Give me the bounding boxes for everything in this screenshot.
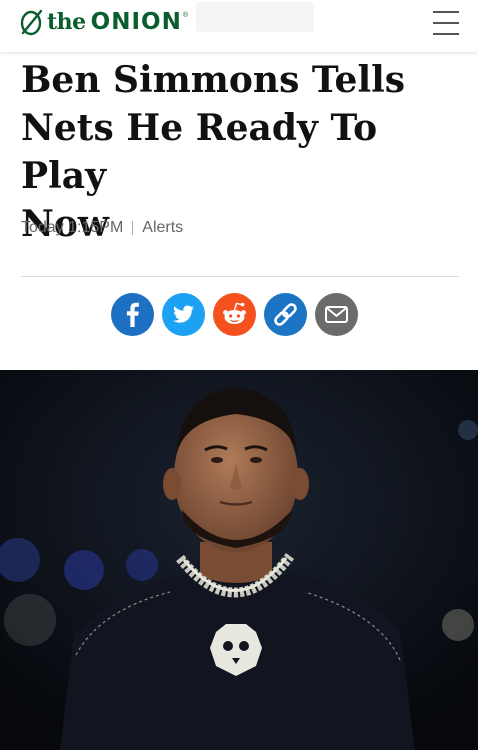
header-divider (21, 276, 459, 277)
facebook-share-button[interactable] (111, 293, 154, 336)
meta-separator (132, 221, 134, 235)
article-title-line: Nets He Ready To Play (21, 107, 378, 197)
copy-link-button[interactable] (264, 293, 307, 336)
article-category-link[interactable]: Alerts (142, 219, 183, 237)
share-bar (111, 293, 358, 336)
onion-logo-icon (20, 9, 43, 36)
hamburger-menu-icon[interactable] (433, 10, 459, 36)
reddit-share-button[interactable] (213, 293, 256, 336)
logo-the-text: the (47, 9, 86, 35)
logo-onion-text: ONION (90, 9, 182, 35)
article-meta: Today 1:15PM Alerts (21, 219, 183, 237)
twitter-share-button[interactable] (162, 293, 205, 336)
site-header: the ONION ® (0, 0, 478, 52)
twitter-icon (173, 305, 194, 323)
facebook-icon (126, 302, 139, 327)
article-title-line: Ben Simmons Tells (21, 59, 406, 101)
hero-image (0, 370, 478, 750)
logo-registered-mark: ® (182, 12, 188, 19)
email-icon (325, 306, 348, 323)
header-faded-button (196, 2, 314, 32)
email-share-button[interactable] (315, 293, 358, 336)
link-icon (274, 303, 297, 326)
article-timestamp: Today 1:15PM (21, 219, 124, 236)
reddit-icon (223, 302, 246, 324)
onion-logo[interactable]: the ONION ® (17, 6, 188, 38)
